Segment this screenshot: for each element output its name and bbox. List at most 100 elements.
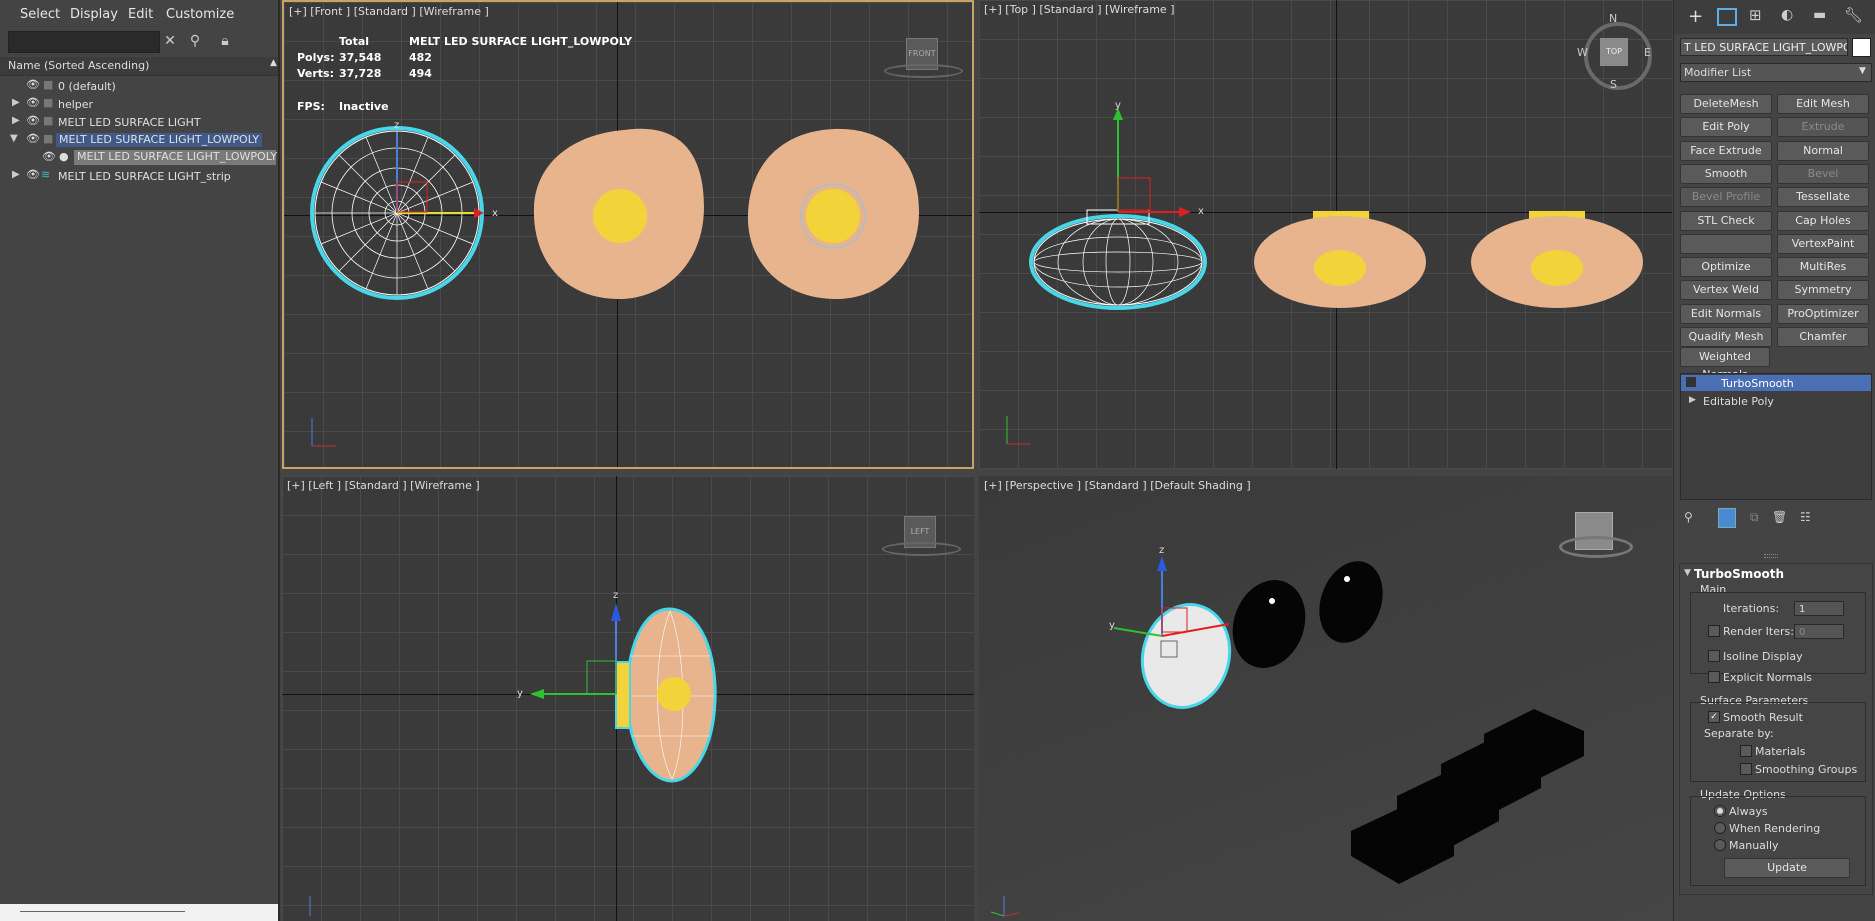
menu-display[interactable]: Display [70, 7, 118, 22]
modifier-button[interactable]: Optimize [1680, 257, 1772, 278]
front-wireframe-object: x z [310, 120, 498, 300]
modifier-button[interactable]: DeleteMesh [1680, 94, 1772, 114]
front-scene: x z [310, 120, 920, 447]
display-tab-icon[interactable]: ▬ [1813, 7, 1826, 23]
list-item[interactable]: ▶ 👁 ■ helper [0, 95, 278, 113]
manually-radio[interactable] [1714, 839, 1726, 851]
layer-icon: ■ [43, 132, 54, 145]
object-color-swatch[interactable] [1852, 38, 1871, 57]
modifier-button[interactable]: STL Check [1680, 210, 1772, 231]
stack-item-label: TurboSmooth [1721, 377, 1794, 390]
collapse-icon[interactable]: ▼ [10, 133, 22, 144]
viewcube-ring[interactable] [884, 64, 963, 78]
viewport-front[interactable]: [+] [Front ] [Standard ] [Wireframe ] To… [282, 0, 974, 469]
expand-icon[interactable]: ▶ [1689, 395, 1696, 405]
pin-icon[interactable]: ⚲ [1684, 510, 1693, 524]
modifier-button[interactable]: Vertex Weld [1680, 280, 1772, 301]
render-iters-spinner[interactable]: 0 [1794, 624, 1844, 639]
modifier-button[interactable]: Face Extrude [1680, 140, 1772, 161]
modifier-button[interactable]: Tessellate [1777, 187, 1869, 208]
rollout-title[interactable]: TurboSmooth [1694, 567, 1784, 581]
when-rendering-radio[interactable] [1714, 822, 1726, 834]
menu-select[interactable]: Select [20, 7, 60, 22]
column-header[interactable]: Name (Sorted Ascending) ▲ [0, 57, 278, 76]
svg-text:x: x [1198, 206, 1204, 217]
list-item[interactable]: 👁 ● MELT LED SURFACE LIGHT_LOWPOLY [0, 149, 278, 167]
eye-icon[interactable]: 👁 [26, 96, 40, 110]
iterations-spinner[interactable]: 1 [1794, 601, 1844, 616]
update-button[interactable]: Update [1724, 858, 1850, 878]
modifier-button[interactable] [1680, 233, 1772, 254]
list-item[interactable]: 👁 ■ 0 (default) [0, 77, 278, 95]
modifier-list-dropdown[interactable]: Modifier List ▼ [1680, 63, 1872, 82]
modifier-button[interactable]: VertexPaint [1777, 233, 1869, 254]
front-shaded-object-2 [533, 128, 704, 300]
viewcube-ring[interactable] [882, 542, 961, 556]
smoothing-groups-checkbox[interactable] [1740, 763, 1752, 775]
expand-icon[interactable]: ▶ [12, 169, 24, 180]
rollout-collapse-icon[interactable]: ▼ [1684, 568, 1691, 578]
modifier-button[interactable]: Normal [1777, 140, 1869, 161]
weighted-normals-button[interactable]: Weighted Normals [1680, 347, 1770, 381]
always-radio[interactable] [1714, 805, 1726, 817]
modifier-button[interactable]: Edit Poly [1680, 117, 1772, 138]
modifier-button[interactable]: Extrude [1777, 117, 1869, 138]
svg-text:y: y [517, 688, 523, 699]
eye-icon[interactable]: 👁 [26, 168, 40, 182]
modifier-list-label: Modifier List [1684, 66, 1752, 79]
modifier-button[interactable]: Bevel [1777, 163, 1869, 184]
show-end-result-icon[interactable] [1718, 508, 1736, 528]
smooth-result-checkbox[interactable]: ✓ [1708, 711, 1720, 723]
render-iters-checkbox[interactable] [1708, 625, 1720, 637]
materials-checkbox[interactable] [1740, 745, 1752, 757]
list-item[interactable]: ▼ 👁 ■ MELT LED SURFACE LIGHT_LOWPOLY [0, 131, 278, 149]
modifier-button[interactable]: MultiRes [1777, 257, 1869, 278]
modifier-button[interactable]: Symmetry [1777, 280, 1869, 301]
viewport-top[interactable]: [+] [Top ] [Standard ] [Wireframe ] x y [979, 0, 1672, 469]
list-item[interactable]: ▶ 👁 ■ MELT LED SURFACE LIGHT [0, 113, 278, 131]
stack-toolbar: ⚲ ⧉ 🗑︎ ☷ [1680, 508, 1870, 528]
eye-icon[interactable]: 👁 [42, 150, 56, 164]
filter-icon[interactable]: ⚲ [185, 31, 205, 51]
bulb-icon[interactable] [1686, 377, 1696, 387]
panel-splitter[interactable] [1764, 554, 1778, 558]
expand-icon[interactable]: ▶ [12, 97, 24, 108]
modify-tab-icon[interactable] [1717, 8, 1737, 26]
viewport-left[interactable]: [+] [Left ] [Standard ] [Wireframe ] y z [282, 476, 974, 921]
search-input[interactable] [8, 31, 160, 53]
object-name-field[interactable]: T LED SURFACE LIGHT_LOWPOLY [1680, 38, 1848, 56]
modifier-button[interactable]: Edit Normals [1680, 303, 1772, 324]
menu-customize[interactable]: Customize [166, 7, 234, 22]
list-item[interactable]: ▶ 👁 ≋ MELT LED SURFACE LIGHT_strip [0, 167, 278, 185]
modifier-button[interactable]: Smooth [1680, 163, 1772, 184]
isoline-checkbox[interactable] [1708, 650, 1720, 662]
menu-edit[interactable]: Edit [128, 7, 153, 22]
modifier-button[interactable]: Bevel Profile [1680, 187, 1772, 208]
viewcube[interactable]: TOP [1600, 38, 1628, 66]
explicit-normals-checkbox[interactable] [1708, 671, 1720, 683]
trash-icon[interactable]: 🗑︎ [1772, 510, 1787, 524]
create-tab-icon[interactable]: + [1688, 6, 1703, 27]
expand-icon[interactable]: ▶ [12, 115, 24, 126]
eye-icon[interactable]: 👁 [26, 132, 40, 146]
stack-item-editable-poly[interactable]: ▶ Editable Poly [1681, 393, 1871, 409]
viewport-perspective[interactable]: [+] [Perspective ] [Standard ] [Default … [979, 476, 1672, 921]
hierarchy-tab-icon[interactable]: ⊞ [1749, 6, 1762, 24]
modifier-button[interactable]: Edit Mesh [1777, 94, 1869, 114]
modifier-button[interactable]: Chamfer [1777, 327, 1869, 347]
modifier-button[interactable]: ProOptimizer [1777, 303, 1869, 324]
stack-item-turbosmooth[interactable]: TurboSmooth [1681, 375, 1871, 391]
eye-icon[interactable]: 👁 [26, 114, 40, 128]
persp-black-strip [1351, 709, 1584, 884]
configure-icon[interactable]: ☷ [1800, 510, 1811, 524]
modifier-button[interactable]: Quadify Mesh [1680, 327, 1772, 347]
when-rendering-label: When Rendering [1729, 822, 1821, 835]
motion-tab-icon[interactable]: ◐ [1781, 7, 1793, 23]
eye-icon[interactable]: 👁 [26, 78, 40, 92]
utilities-tab-icon[interactable]: 🔧︎ [1844, 6, 1863, 24]
lock-icon[interactable]: 🔒︎ [215, 31, 235, 51]
viewcube-ring[interactable] [1559, 536, 1633, 558]
clear-search-icon[interactable]: ✕ [160, 31, 180, 51]
make-unique-icon[interactable]: ⧉ [1750, 510, 1759, 525]
modifier-button[interactable]: Cap Holes [1777, 210, 1869, 231]
